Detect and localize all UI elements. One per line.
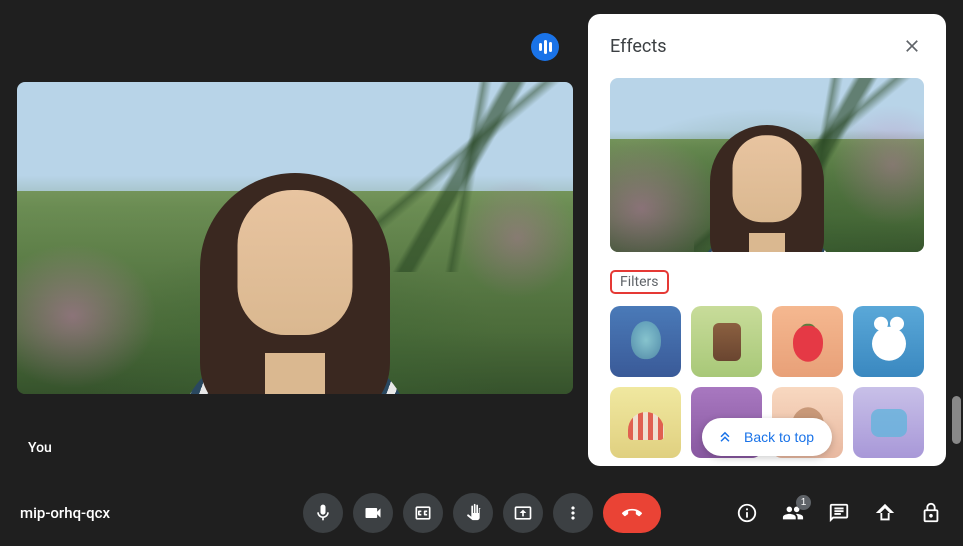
voice-activity-indicator bbox=[531, 33, 559, 61]
effects-preview bbox=[610, 78, 924, 252]
more-vertical-icon bbox=[563, 503, 583, 523]
call-end-icon bbox=[622, 503, 642, 523]
filter-wood-log[interactable] bbox=[691, 306, 762, 377]
captions-icon bbox=[413, 503, 433, 523]
microphone-button[interactable] bbox=[303, 493, 343, 533]
more-options-button[interactable] bbox=[553, 493, 593, 533]
effects-panel: Effects Filters bbox=[588, 14, 946, 466]
filter-scuba-diver[interactable] bbox=[853, 387, 924, 458]
host-controls-button[interactable] bbox=[919, 501, 943, 525]
chevrons-up-icon bbox=[716, 428, 734, 446]
effects-title: Effects bbox=[610, 36, 667, 57]
camera-button[interactable] bbox=[353, 493, 393, 533]
chat-button[interactable] bbox=[827, 501, 851, 525]
captions-button[interactable] bbox=[403, 493, 443, 533]
present-screen-button[interactable] bbox=[503, 493, 543, 533]
camera-icon bbox=[363, 503, 383, 523]
participant-count-badge: 1 bbox=[796, 495, 811, 510]
back-to-top-label: Back to top bbox=[744, 429, 814, 445]
filters-section-label: Filters bbox=[610, 270, 669, 294]
raise-hand-button[interactable] bbox=[453, 493, 493, 533]
microphone-icon bbox=[313, 503, 333, 523]
meeting-info-button[interactable] bbox=[735, 501, 759, 525]
self-video-tile bbox=[17, 82, 573, 394]
back-to-top-button[interactable]: Back to top bbox=[702, 418, 832, 456]
lock-icon bbox=[920, 502, 942, 524]
present-icon bbox=[513, 503, 533, 523]
hand-icon bbox=[463, 503, 483, 523]
filter-circus-tent[interactable] bbox=[610, 387, 681, 458]
shapes-icon bbox=[874, 502, 896, 524]
hangup-button[interactable] bbox=[603, 493, 661, 533]
meeting-code: mip-orhq-qcx bbox=[20, 504, 240, 522]
filter-bunny[interactable] bbox=[853, 306, 924, 377]
chat-icon bbox=[828, 502, 850, 524]
close-effects-button[interactable] bbox=[900, 34, 924, 58]
info-icon bbox=[736, 502, 758, 524]
participant-name-label: You bbox=[28, 440, 52, 456]
bottom-bar: mip-orhq-qcx 1 bbox=[0, 480, 963, 546]
filter-strawberry[interactable] bbox=[772, 306, 843, 377]
activities-button[interactable] bbox=[873, 501, 897, 525]
filter-alien[interactable] bbox=[610, 306, 681, 377]
scrollbar-thumb[interactable] bbox=[952, 396, 961, 444]
people-button[interactable]: 1 bbox=[781, 501, 805, 525]
